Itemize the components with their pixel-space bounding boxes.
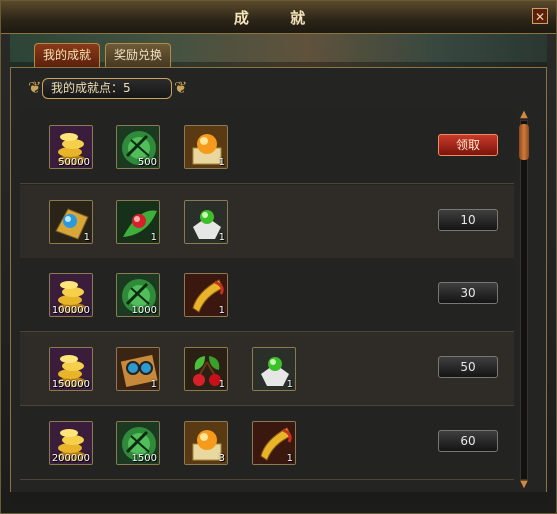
item-quantity: 1 xyxy=(218,305,225,316)
blue-gem-scroll-icon[interactable]: 1 xyxy=(49,200,93,244)
tab-reward-exchange[interactable]: 奖励兑换 xyxy=(105,43,172,67)
reward-row: 100000 1000 1 30 xyxy=(20,258,514,332)
scroll-down-icon[interactable]: ▼ xyxy=(518,480,530,490)
orange-gem-icon[interactable]: 1 xyxy=(184,125,228,169)
gold-coins-icon[interactable]: 100000 xyxy=(49,273,93,317)
green-bead-icon[interactable]: 1 xyxy=(252,347,296,391)
required-points-button[interactable]: 50 xyxy=(438,356,498,378)
scroll-track[interactable] xyxy=(520,120,528,480)
scrollbar[interactable]: ▲ ▼ xyxy=(516,110,532,490)
red-gem-leaf-icon[interactable]: 1 xyxy=(116,200,160,244)
panel-footer xyxy=(10,492,547,504)
achievement-points-label: 我的成就点：5 xyxy=(42,78,172,99)
reward-row: 200000 1500 3 1 60 xyxy=(20,406,514,480)
item-quantity: 1 xyxy=(218,379,225,390)
item-quantity: 200000 xyxy=(51,453,90,464)
item-quantity: 150000 xyxy=(51,379,90,390)
item-quantity: 1 xyxy=(150,379,157,390)
reward-row: 150000 1 1 1 50 xyxy=(20,332,514,406)
item-quantity: 1 xyxy=(286,453,293,464)
green-orb-icon[interactable]: 500 xyxy=(116,125,160,169)
goggles-map-icon[interactable]: 1 xyxy=(116,347,160,391)
close-icon[interactable]: ✕ xyxy=(532,8,548,24)
item-quantity: 1 xyxy=(286,379,293,390)
item-quantity: 1 xyxy=(150,232,157,243)
achievement-points-bar: ❦ 我的成就点：5 ❦ xyxy=(28,75,188,103)
item-quantity: 1500 xyxy=(131,453,157,464)
green-orb-icon[interactable]: 1000 xyxy=(116,273,160,317)
reward-row: 50000 500 1 领取 xyxy=(20,110,514,184)
gold-coins-icon[interactable]: 200000 xyxy=(49,421,93,465)
claim-button[interactable]: 领取 xyxy=(438,134,498,156)
right-ornament-icon: ❦ xyxy=(174,78,188,97)
green-orb-icon[interactable]: 1500 xyxy=(116,421,160,465)
golden-horn-icon[interactable]: 1 xyxy=(252,421,296,465)
required-points-button[interactable]: 10 xyxy=(438,209,498,231)
item-quantity: 50000 xyxy=(58,157,90,168)
window-title: 成 就 xyxy=(233,9,324,27)
item-quantity: 1 xyxy=(218,232,225,243)
cherry-icon[interactable]: 1 xyxy=(184,347,228,391)
golden-horn-icon[interactable]: 1 xyxy=(184,273,228,317)
required-points-button[interactable]: 60 xyxy=(438,430,498,452)
orange-gem-icon[interactable]: 3 xyxy=(184,421,228,465)
item-quantity: 500 xyxy=(137,157,157,168)
item-quantity: 1 xyxy=(83,232,90,243)
scroll-up-icon[interactable]: ▲ xyxy=(518,110,530,120)
item-quantity: 1 xyxy=(218,157,225,168)
item-quantity: 3 xyxy=(218,453,225,464)
scroll-thumb[interactable] xyxy=(519,124,529,160)
title-bar[interactable]: 成 就 ✕ xyxy=(1,1,556,34)
gold-coins-icon[interactable]: 50000 xyxy=(49,125,93,169)
reward-row: 1 1 1 10 xyxy=(20,185,514,259)
required-points-button[interactable]: 30 xyxy=(438,282,498,304)
item-quantity: 100000 xyxy=(51,305,90,316)
reward-list: 50000 500 1 领取 1 1 1 10 100000 1000 1 30 150000 1 1 1 50… xyxy=(20,110,514,482)
item-quantity: 1000 xyxy=(131,305,157,316)
tab-my-achievements[interactable]: 我的成就 xyxy=(34,43,101,67)
green-bead-icon[interactable]: 1 xyxy=(184,200,228,244)
gold-coins-icon[interactable]: 150000 xyxy=(49,347,93,391)
